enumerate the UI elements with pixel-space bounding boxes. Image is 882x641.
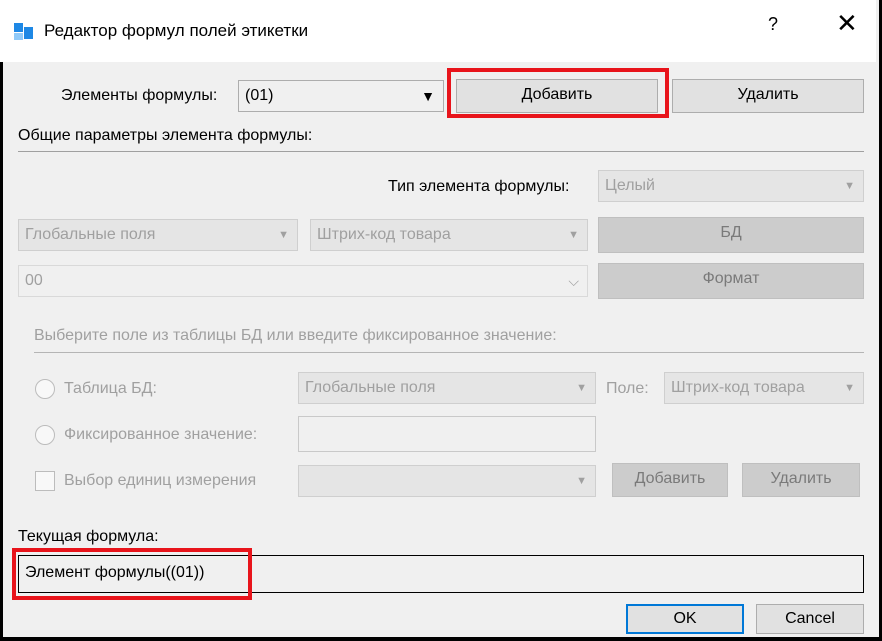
formula-elements-value: (01)	[245, 87, 274, 104]
db-button[interactable]: БД	[598, 217, 864, 253]
dropdown-arrow-icon: ▼	[576, 475, 587, 487]
radio-icon[interactable]	[35, 379, 55, 399]
table-value: Глобальные поля	[305, 379, 436, 396]
table-field-value: Штрих-код товара	[671, 379, 805, 396]
select-field-label: Выберите поле из таблицы БД или введите …	[34, 327, 557, 344]
general-params-label: Общие параметры элемента формулы:	[18, 127, 313, 144]
field-label: Поле:	[606, 380, 649, 397]
value-text: 00	[25, 272, 43, 289]
help-icon[interactable]: ?	[768, 14, 778, 35]
radio-icon[interactable]	[35, 425, 55, 445]
ok-button[interactable]: OK	[626, 604, 744, 634]
dropdown-arrow-icon: ▼	[278, 229, 289, 241]
highlight-formula	[12, 548, 252, 600]
format-button[interactable]: Формат	[598, 263, 864, 299]
close-icon[interactable]: ✕	[836, 10, 858, 36]
section-divider	[18, 151, 864, 152]
field-select[interactable]: Штрих-код товара ▼	[310, 219, 588, 251]
delete-element-button[interactable]: Удалить	[672, 79, 864, 113]
element-type-select[interactable]: Целый ▼	[598, 170, 864, 202]
highlight-add-button	[447, 68, 669, 118]
field-value: Штрих-код товара	[317, 226, 451, 243]
current-formula-label: Текущая формула:	[18, 528, 159, 545]
section-divider	[34, 352, 864, 353]
app-logo-icon	[14, 23, 33, 40]
table-radio-label: Таблица БД:	[64, 380, 157, 397]
formula-elements-label: Элементы формулы:	[61, 87, 218, 104]
table-select[interactable]: Глобальные поля ▼	[298, 372, 596, 404]
element-type-label: Тип элемента формулы:	[388, 178, 570, 195]
checkbox-icon[interactable]	[35, 471, 55, 491]
fixed-radio-label: Фиксированное значение:	[64, 426, 258, 443]
cancel-button[interactable]: Cancel	[756, 604, 864, 634]
table-field-select[interactable]: Штрих-код товара ▼	[664, 372, 864, 404]
value-combo[interactable]: 00 ⌵	[18, 265, 588, 297]
units-label: Выбор единиц измерения	[64, 472, 257, 489]
dropdown-arrow-icon: ▼	[421, 88, 435, 104]
source-select[interactable]: Глобальные поля ▼	[18, 219, 298, 251]
dropdown-arrow-icon: ▼	[844, 382, 855, 394]
units-select[interactable]: ▼	[298, 465, 596, 497]
units-delete-button[interactable]: Удалить	[742, 463, 860, 497]
source-value: Глобальные поля	[25, 226, 156, 243]
chevron-down-icon: ⌵	[568, 273, 579, 289]
formula-elements-select[interactable]: (01) ▼	[238, 80, 444, 112]
dropdown-arrow-icon: ▼	[568, 229, 579, 241]
element-type-value: Целый	[605, 177, 655, 194]
units-add-button[interactable]: Добавить	[612, 463, 728, 497]
window-title: Редактор формул полей этикетки	[44, 21, 309, 40]
dropdown-arrow-icon: ▼	[844, 180, 855, 192]
fixed-value-input[interactable]	[298, 416, 596, 452]
dropdown-arrow-icon: ▼	[576, 382, 587, 394]
